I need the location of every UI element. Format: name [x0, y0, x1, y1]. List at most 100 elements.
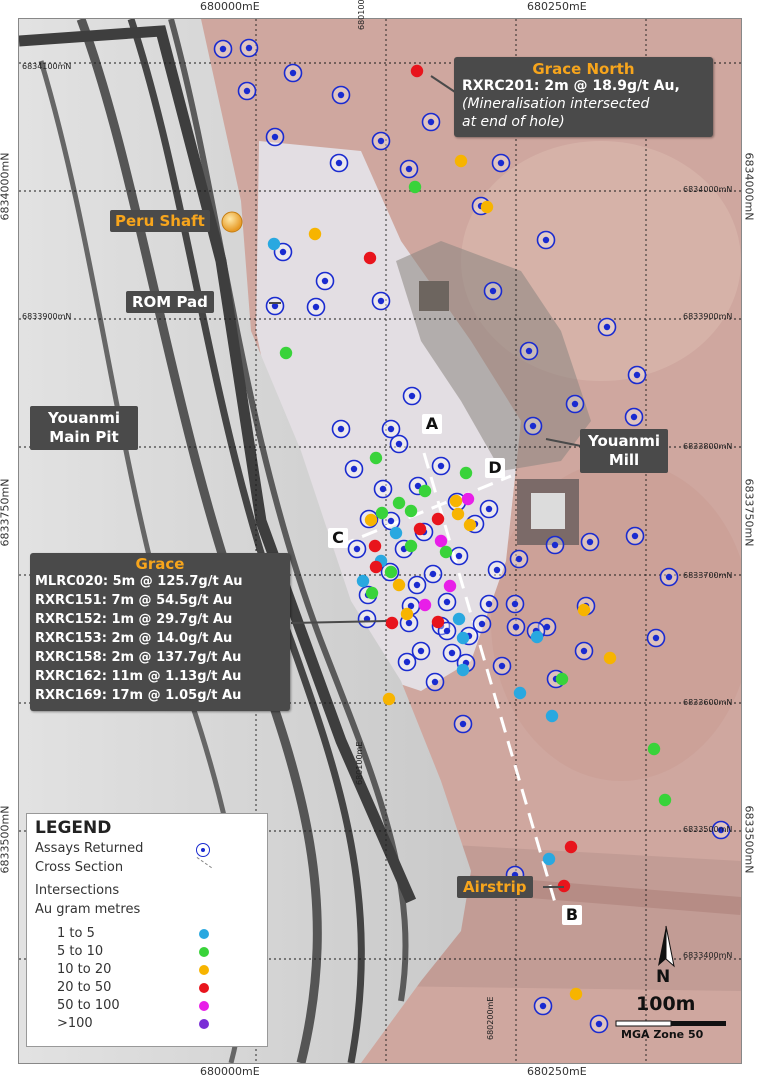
- intersection-point[interactable]: [400, 607, 414, 621]
- intersection-point[interactable]: [434, 534, 448, 548]
- intersection-point[interactable]: [279, 346, 293, 360]
- assay-ring-center: [321, 277, 329, 285]
- intersection-point[interactable]: [456, 663, 470, 677]
- assay-ring-center: [580, 647, 588, 655]
- intersection-point[interactable]: [452, 612, 466, 626]
- coord-left-6834000: 6834000mN: [0, 152, 12, 221]
- intersection-point[interactable]: [647, 742, 661, 756]
- intersection-point[interactable]: [368, 539, 382, 553]
- assay-ring-center: [586, 538, 594, 546]
- legend-title: LEGEND: [35, 818, 112, 838]
- assay-ring-center: [387, 425, 395, 433]
- intersection-point[interactable]: [392, 578, 406, 592]
- intersection-point[interactable]: [410, 64, 424, 78]
- assay-ring-center: [631, 532, 639, 540]
- intersection-point[interactable]: [577, 603, 591, 617]
- assay-ring-center: [427, 118, 435, 126]
- mill-label: Youanmi Mill: [580, 429, 668, 473]
- peru-shaft-marker[interactable]: [221, 211, 243, 233]
- coord-top-680250: 680250mE: [527, 0, 587, 13]
- intersection-point[interactable]: [369, 560, 383, 574]
- intersection-point[interactable]: [384, 565, 398, 579]
- assay-ring-center: [335, 159, 343, 167]
- legend-class-swatch: [199, 1019, 209, 1029]
- assay-ring-center: [377, 297, 385, 305]
- intersection-point[interactable]: [382, 692, 396, 706]
- scale-distance: 100m: [636, 993, 696, 1015]
- intersection-point[interactable]: [530, 630, 544, 644]
- intersection-point[interactable]: [431, 615, 445, 629]
- section-c-label: C: [328, 528, 348, 548]
- intersection-point[interactable]: [480, 200, 494, 214]
- intersection-point[interactable]: [513, 686, 527, 700]
- intersection-point[interactable]: [542, 852, 556, 866]
- assay-ring-center: [312, 303, 320, 311]
- intersection-point[interactable]: [545, 709, 559, 723]
- grid-label: 6833900mN: [683, 312, 733, 321]
- intersection-point[interactable]: [385, 616, 399, 630]
- legend-class-label: 5 to 10: [57, 944, 104, 959]
- intersection-point[interactable]: [439, 545, 453, 559]
- legend-class-swatch: [199, 1001, 209, 1011]
- grace-row: RXRC162: 11m @ 1.13g/t Au: [35, 669, 242, 684]
- grid-label: 6834100mN: [22, 62, 72, 71]
- intersection-point[interactable]: [418, 598, 432, 612]
- intersection-point[interactable]: [564, 840, 578, 854]
- intersection-point[interactable]: [308, 227, 322, 241]
- intersection-point[interactable]: [454, 154, 468, 168]
- assay-ring-center: [539, 1002, 547, 1010]
- grid-label: 6833700mN: [683, 571, 733, 580]
- intersection-point[interactable]: [431, 512, 445, 526]
- legend-class-label: >100: [57, 1016, 93, 1031]
- intersection-point[interactable]: [356, 574, 370, 588]
- intersection-point[interactable]: [443, 579, 457, 593]
- intersection-point[interactable]: [365, 586, 379, 600]
- legend-panel: LEGEND Assays Returned Cross Section Int…: [26, 813, 268, 1047]
- intersection-point[interactable]: [461, 492, 475, 506]
- section-d-label: D: [485, 458, 505, 478]
- grace-row: RXRC151: 7m @ 54.5g/t Au: [35, 593, 233, 608]
- scale-bar-segment: [615, 1020, 672, 1027]
- coord-right-6833500: 6833500mN: [742, 805, 756, 874]
- assay-ring-center: [413, 581, 421, 589]
- intersection-point[interactable]: [463, 518, 477, 532]
- assay-ring-center: [379, 485, 387, 493]
- intersection-point[interactable]: [449, 494, 463, 508]
- assay-ring-center: [271, 133, 279, 141]
- assay-ring-center: [337, 91, 345, 99]
- intersection-point[interactable]: [392, 496, 406, 510]
- assay-ring-center: [459, 720, 467, 728]
- intersection-point[interactable]: [603, 651, 617, 665]
- legend-cross-section-symbol: [196, 857, 212, 869]
- north-label: N: [656, 967, 671, 987]
- grid-label: 680100mE: [355, 741, 364, 785]
- assay-ring-center: [652, 634, 660, 642]
- intersection-point[interactable]: [364, 513, 378, 527]
- section-a-label: A: [422, 414, 442, 434]
- intersection-point[interactable]: [413, 522, 427, 536]
- assay-ring-center: [665, 573, 673, 581]
- intersection-point[interactable]: [459, 466, 473, 480]
- assay-ring-center: [403, 658, 411, 666]
- intersection-point[interactable]: [451, 507, 465, 521]
- assay-ring-center: [489, 287, 497, 295]
- intersection-point[interactable]: [369, 451, 383, 465]
- intersection-point[interactable]: [389, 526, 403, 540]
- intersection-point[interactable]: [363, 251, 377, 265]
- intersection-point[interactable]: [375, 506, 389, 520]
- intersection-point[interactable]: [418, 484, 432, 498]
- mill-building: [419, 281, 449, 311]
- intersection-point[interactable]: [408, 180, 422, 194]
- intersection-point[interactable]: [569, 987, 583, 1001]
- intersection-point[interactable]: [658, 793, 672, 807]
- intersection-point[interactable]: [404, 504, 418, 518]
- intersection-point[interactable]: [555, 672, 569, 686]
- legend-class-swatch: [199, 947, 209, 957]
- assay-ring-center: [395, 440, 403, 448]
- grid-label: 680200mE: [486, 996, 495, 1040]
- assay-ring-center: [387, 517, 395, 525]
- intersection-point[interactable]: [267, 237, 281, 251]
- legend-class-label: 20 to 50: [57, 980, 112, 995]
- intersection-point[interactable]: [456, 631, 470, 645]
- intersection-point[interactable]: [404, 539, 418, 553]
